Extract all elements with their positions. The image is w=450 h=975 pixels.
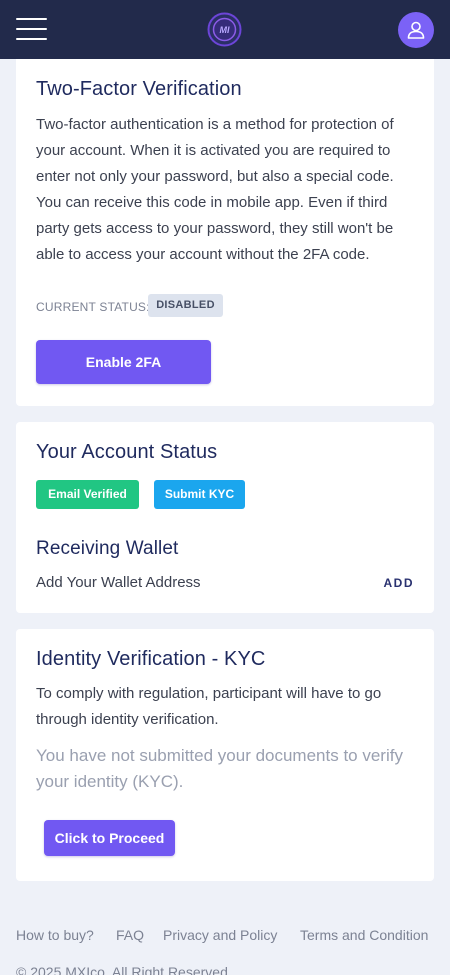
footer-link-terms[interactable]: Terms and Condition xyxy=(300,927,428,943)
footer-link-how-to-buy[interactable]: How to buy? xyxy=(16,927,94,943)
add-wallet-link[interactable]: ADD xyxy=(384,576,415,590)
kyc-card: Identity Verification - KYC To comply wi… xyxy=(16,629,434,881)
kyc-title: Identity Verification - KYC xyxy=(36,648,266,670)
account-status-title: Your Account Status xyxy=(36,441,218,463)
two-factor-title: Two-Factor Verification xyxy=(36,78,242,100)
current-status-label: CURRENT STATUS: xyxy=(36,300,150,314)
hamburger-icon[interactable] xyxy=(16,18,47,40)
email-verified-badge[interactable]: Email Verified xyxy=(36,480,139,509)
logo[interactable]: MI xyxy=(207,12,242,47)
top-navbar: MI xyxy=(0,0,450,59)
kyc-notice: You have not submitted your documents to… xyxy=(36,746,403,791)
receiving-wallet-title: Receiving Wallet xyxy=(36,538,179,559)
wallet-address-label: Add Your Wallet Address xyxy=(36,574,201,591)
two-factor-card: Two-Factor Verification Two-factor authe… xyxy=(16,59,434,406)
kyc-description: To comply with regulation, participant w… xyxy=(36,685,382,728)
click-to-proceed-button[interactable]: Click to Proceed xyxy=(44,820,175,856)
copyright: © 2025 MXIco. All Right Reserved. xyxy=(16,964,232,975)
user-icon[interactable] xyxy=(398,12,434,48)
logo-text: MI xyxy=(220,25,230,35)
status-badge: DISABLED xyxy=(148,294,223,317)
enable-2fa-button[interactable]: Enable 2FA xyxy=(36,340,211,384)
two-factor-description: Two-factor authentication is a method fo… xyxy=(36,116,394,263)
footer-link-faq[interactable]: FAQ xyxy=(116,927,144,943)
account-status-card: Your Account Status Email Verified Submi… xyxy=(16,422,434,613)
submit-kyc-button[interactable]: Submit KYC xyxy=(154,480,245,509)
footer-link-privacy[interactable]: Privacy and Policy xyxy=(163,927,277,943)
